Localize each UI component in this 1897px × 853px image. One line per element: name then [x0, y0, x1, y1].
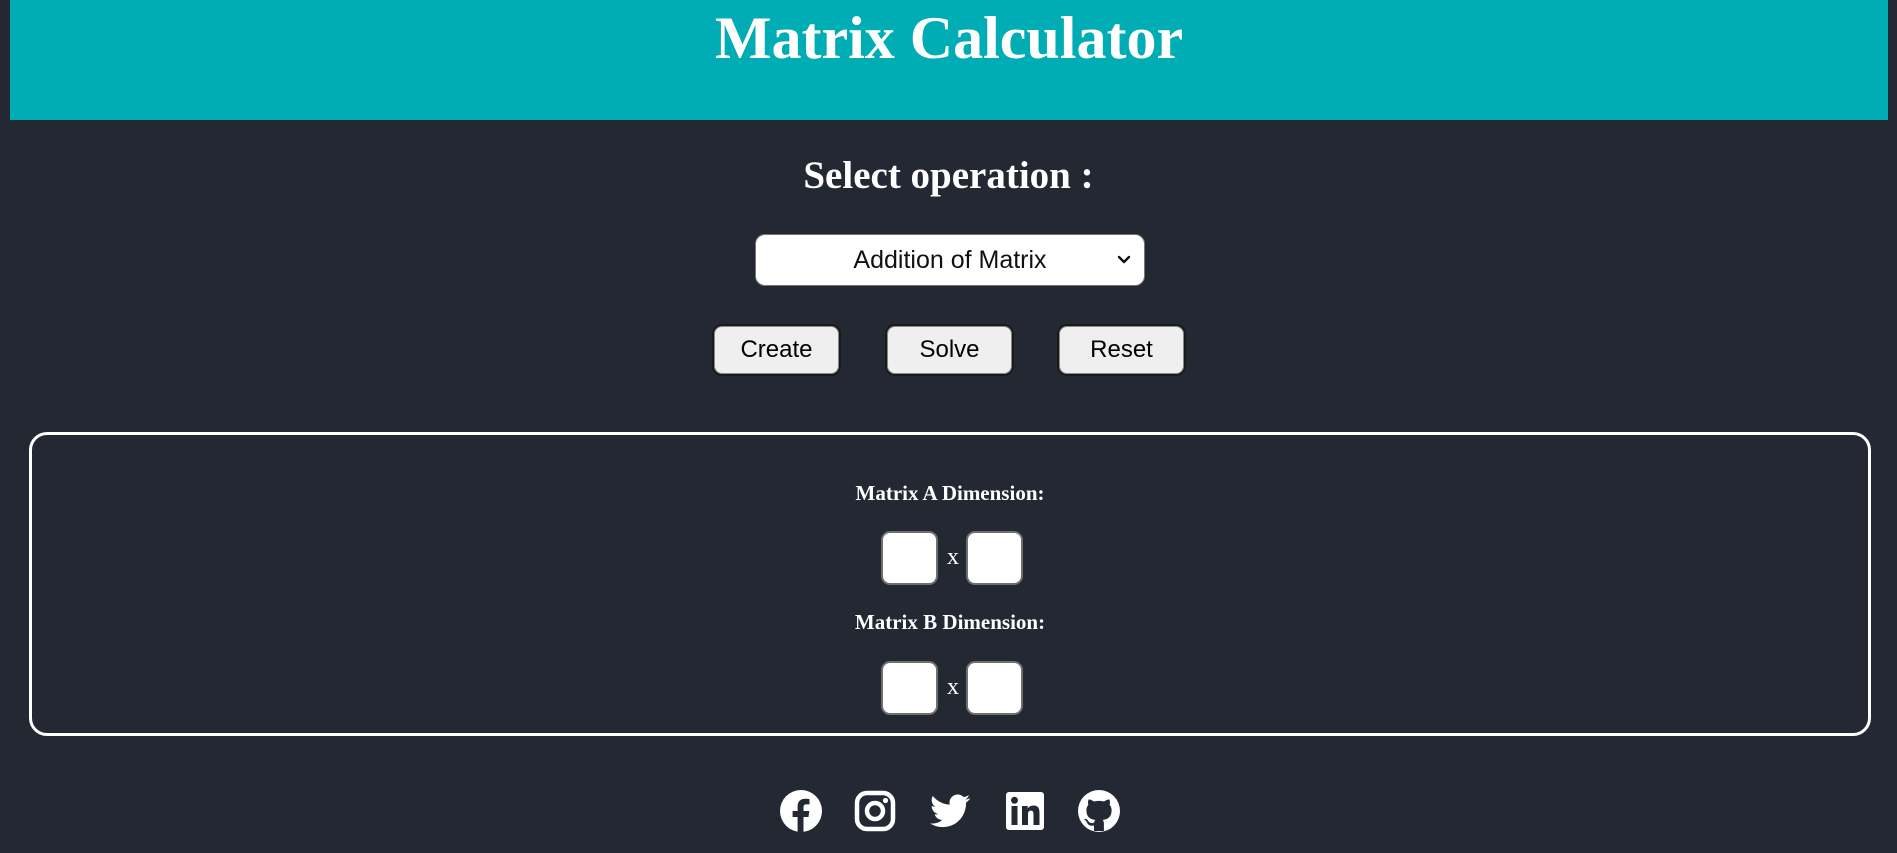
linkedin-icon	[1006, 792, 1044, 830]
chevron-down-icon	[1117, 255, 1131, 264]
matrix-a-dimension-label: Matrix A Dimension:	[855, 481, 1045, 505]
github-link[interactable]	[1077, 789, 1121, 833]
matrix-b-cols-input[interactable]	[966, 661, 1023, 715]
facebook-icon	[780, 790, 822, 832]
instagram-link[interactable]	[853, 789, 897, 833]
facebook-link[interactable]	[779, 789, 823, 833]
matrix-b-separator: x	[947, 674, 959, 700]
reset-button[interactable]: Reset	[1057, 324, 1186, 376]
operation-select-value: Addition of Matrix	[853, 246, 1047, 274]
create-button[interactable]: Create	[712, 324, 841, 376]
instagram-icon	[854, 790, 896, 832]
twitter-icon	[930, 794, 971, 828]
header-banner: Matrix Calculator	[10, 0, 1888, 120]
solve-button[interactable]: Solve	[885, 324, 1014, 376]
operation-select[interactable]: Addition of Matrix	[755, 234, 1145, 286]
page-title: Matrix Calculator	[714, 5, 1184, 71]
matrix-a-separator: x	[947, 544, 959, 570]
select-operation-heading: Select operation :	[803, 154, 1094, 197]
twitter-link[interactable]	[928, 789, 972, 833]
github-icon	[1078, 790, 1120, 832]
linkedin-link[interactable]	[1003, 789, 1047, 833]
dimension-panel: Matrix A Dimension: x Matrix B Dimension…	[29, 432, 1871, 736]
matrix-b-dimension-label: Matrix B Dimension:	[854, 610, 1046, 634]
matrix-a-cols-input[interactable]	[966, 531, 1023, 585]
matrix-b-rows-input[interactable]	[881, 661, 938, 715]
matrix-a-rows-input[interactable]	[881, 531, 938, 585]
